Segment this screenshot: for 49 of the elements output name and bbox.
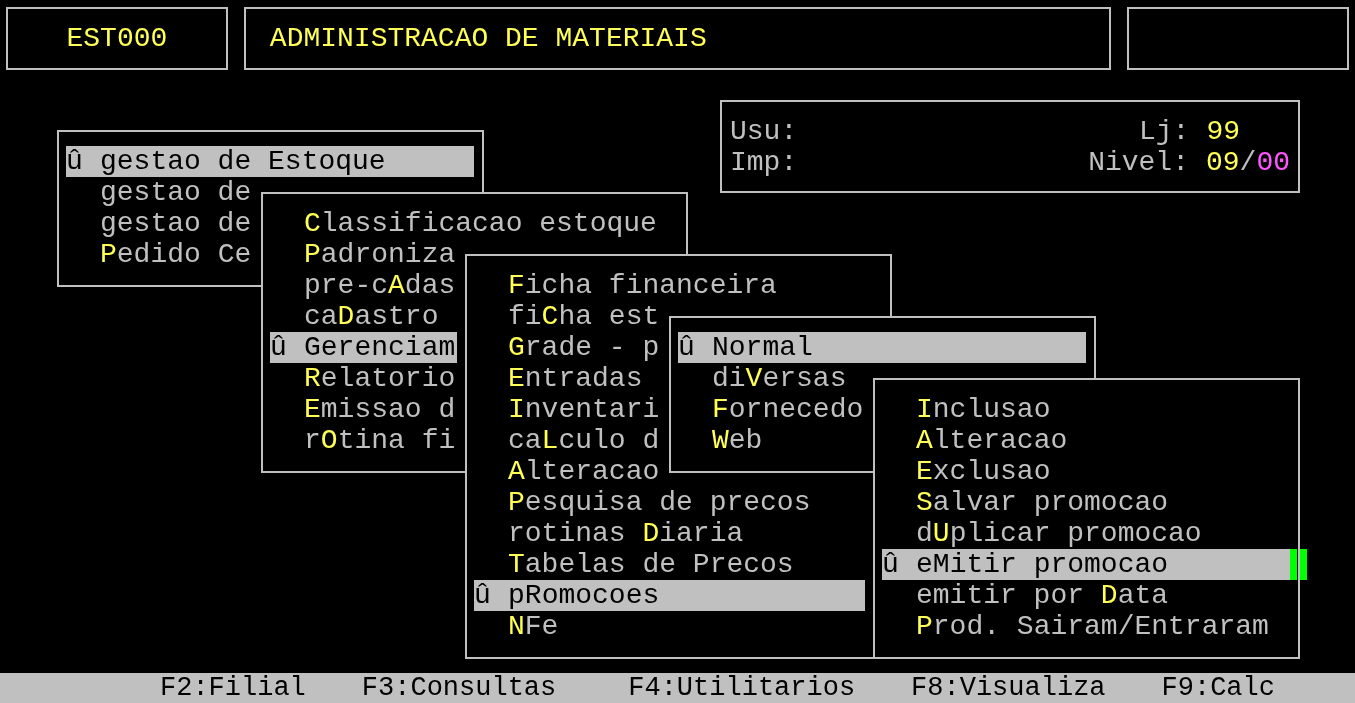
function-key-label[interactable]: F9:Calc: [1161, 673, 1275, 703]
menu-item[interactable]: Salvar promocao: [882, 487, 1169, 518]
menu-item[interactable]: emitir por Data: [882, 580, 1169, 611]
function-key-label[interactable]: F4:Utilitarios: [628, 673, 856, 703]
menu-item[interactable]: û Gerenciam: [270, 332, 457, 363]
function-key-label[interactable]: F8:Visualiza: [911, 673, 1106, 703]
menu-item[interactable]: Entradas: [474, 363, 643, 394]
level-value: 09/00: [1205, 147, 1290, 178]
program-code-panel: EST000: [6, 7, 228, 70]
menu-item[interactable]: rotinas Diaria: [474, 518, 744, 549]
menu-item[interactable]: Classificacao estoque: [270, 208, 657, 239]
menu-item[interactable]: Web: [678, 425, 763, 456]
menu-item[interactable]: Inclusao: [882, 394, 1051, 425]
menu-item[interactable]: dUplicar promocao: [882, 518, 1202, 549]
menu-item[interactable]: Relatorio: [270, 363, 456, 394]
menu-item[interactable]: Tabelas de Precos: [474, 549, 794, 580]
function-key-label[interactable]: F3:Consultas: [361, 673, 557, 703]
menu-item[interactable]: rOtina fi: [270, 425, 456, 456]
menu-item[interactable]: û eMitir promocao: [882, 549, 1290, 580]
program-title-panel: ADMINISTRACAO DE MATERIAIS: [243, 7, 1112, 70]
menu-item[interactable]: caLculo d: [474, 425, 660, 456]
menu-item[interactable]: Grade - p: [474, 332, 660, 363]
printer-label: Imp:: [730, 147, 798, 178]
menu-item[interactable]: gestao de: [66, 208, 252, 239]
menu-item[interactable]: NFe: [474, 611, 559, 642]
store-label: Lj:: [1138, 116, 1190, 147]
menu-item[interactable]: pre-cAdas: [270, 270, 456, 301]
store-value: 99: [1206, 116, 1240, 147]
menu-item[interactable]: û Normal: [678, 332, 1086, 363]
menu-item[interactable]: gestao de: [66, 177, 252, 208]
menu-item[interactable]: diVersas: [678, 363, 847, 394]
menu-item[interactable]: Pesquisa de precos: [474, 487, 811, 518]
menu-item[interactable]: Padroniza: [270, 239, 456, 270]
menu-item[interactable]: Pedido Ce: [66, 239, 252, 270]
menu-item[interactable]: caDastro: [270, 301, 439, 332]
menu-item[interactable]: Fornecedo: [678, 394, 864, 425]
menu-item[interactable]: Ficha financeira: [474, 270, 777, 301]
level-label: Nivel:: [1088, 147, 1189, 178]
menu-item[interactable]: û pRomocoes: [474, 580, 865, 611]
menu-item[interactable]: Inventari: [474, 394, 660, 425]
menu-item[interactable]: Prod. Sairam/Entraram: [882, 611, 1269, 642]
menu-item[interactable]: Alteracao: [882, 425, 1068, 456]
menu-item[interactable]: Exclusao: [882, 456, 1051, 487]
menu-item[interactable]: Alteracao: [474, 456, 660, 487]
menu-item[interactable]: fiCha est: [474, 301, 660, 332]
menu-item[interactable]: û gestao de Estoque: [66, 146, 474, 177]
function-key-label[interactable]: F2:Filial: [160, 673, 306, 703]
menu-item[interactable]: Emissao d: [270, 394, 456, 425]
user-label: Usu:: [730, 116, 798, 147]
